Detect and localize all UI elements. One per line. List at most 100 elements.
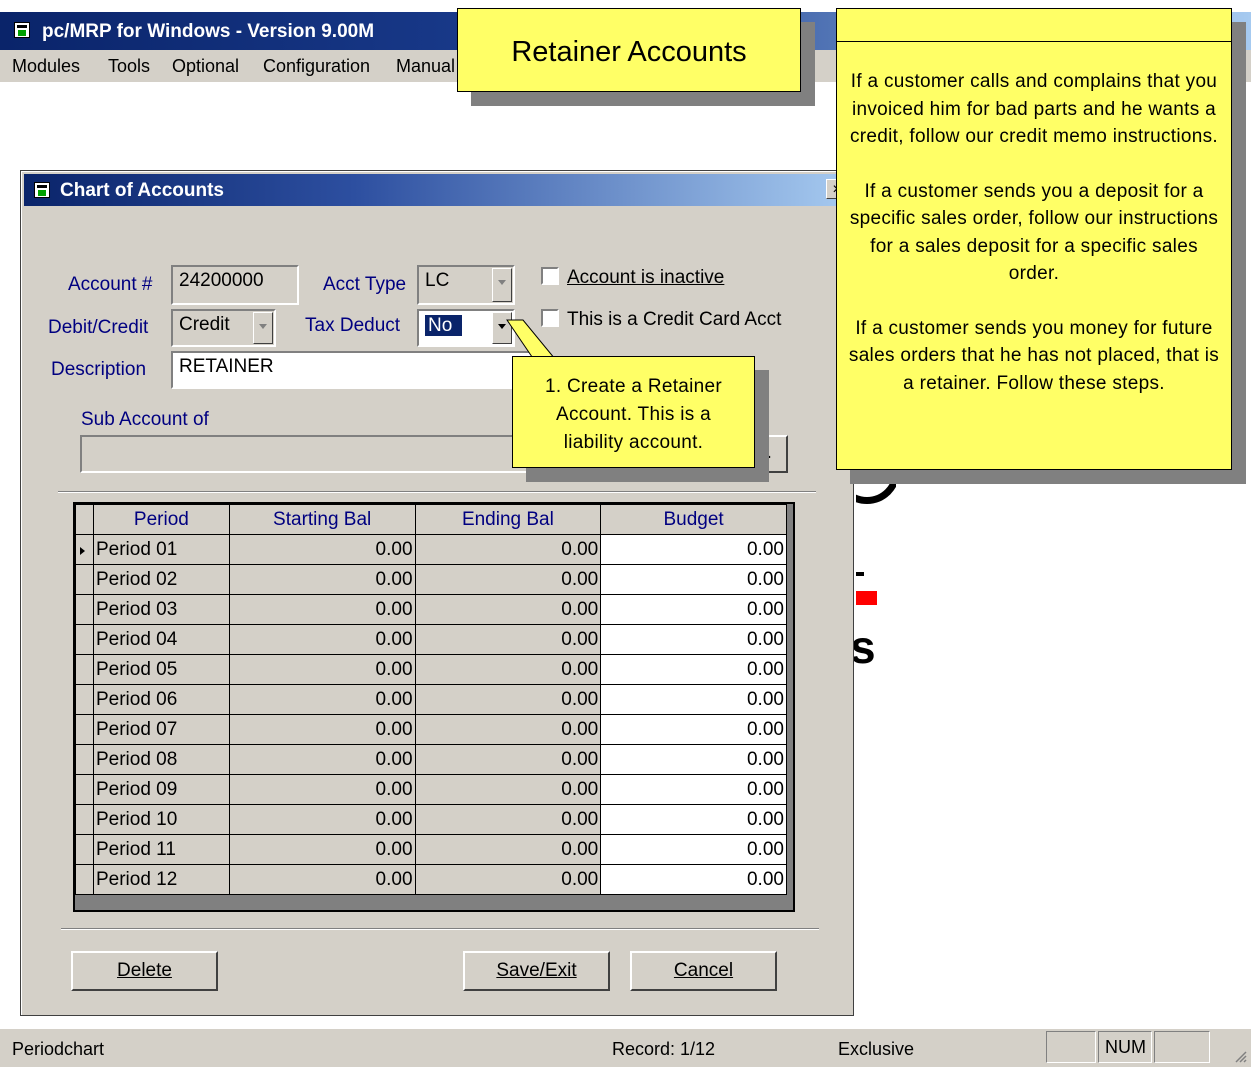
budget-cell[interactable]: 0.00	[600, 624, 787, 655]
table-row[interactable]: Period 09 0.00 0.00 0.00	[75, 774, 793, 805]
table-row[interactable]: Period 06 0.00 0.00 0.00	[75, 684, 793, 715]
budget-cell[interactable]: 0.00	[600, 534, 787, 565]
account-number-field[interactable]: 24200000	[171, 265, 299, 305]
account-inactive-checkbox[interactable]	[541, 267, 559, 285]
budget-cell[interactable]: 0.00	[600, 864, 787, 895]
table-row[interactable]: Period 04 0.00 0.00 0.00	[75, 624, 793, 655]
table-row[interactable]: Period 03 0.00 0.00 0.00	[75, 594, 793, 625]
period-cell: Period 12	[92, 864, 230, 895]
menu-modules[interactable]: Modules	[12, 56, 80, 77]
budget-cell[interactable]: 0.00	[600, 594, 787, 625]
divider	[61, 928, 819, 930]
row-indicator[interactable]	[75, 744, 94, 775]
dialog-icon	[34, 182, 50, 198]
grid-spacer	[786, 594, 793, 625]
table-row[interactable]: Period 07 0.00 0.00 0.00	[75, 714, 793, 745]
budget-cell[interactable]: 0.00	[600, 684, 787, 715]
budget-cell[interactable]: 0.00	[600, 564, 787, 595]
budget-cell[interactable]: 0.00	[600, 834, 787, 865]
cancel-button[interactable]: Cancel	[630, 951, 777, 991]
grid-spacer	[786, 804, 793, 835]
menu-tools[interactable]: Tools	[108, 56, 150, 77]
row-indicator[interactable]	[75, 774, 94, 805]
menu-manual[interactable]: Manual	[396, 56, 455, 77]
chevron-down-icon[interactable]	[492, 268, 512, 302]
resize-grip-icon[interactable]	[1233, 1049, 1247, 1063]
row-indicator[interactable]	[75, 834, 94, 865]
acct-type-select[interactable]: LC	[417, 265, 515, 305]
periods-table: Period Starting Bal Ending Bal Budget Pe…	[75, 504, 793, 895]
budget-cell[interactable]: 0.00	[600, 774, 787, 805]
menu-optional[interactable]: Optional	[172, 56, 239, 77]
budget-cell[interactable]: 0.00	[600, 714, 787, 745]
ending-bal-cell: 0.00	[414, 534, 602, 565]
starting-bal-cell: 0.00	[228, 594, 416, 625]
row-indicator[interactable]	[75, 654, 94, 685]
period-cell: Period 03	[92, 594, 230, 625]
budget-cell[interactable]: 0.00	[600, 654, 787, 685]
starting-bal-cell: 0.00	[228, 654, 416, 685]
tax-deduct-label: Tax Deduct	[305, 315, 401, 336]
row-indicator[interactable]	[75, 804, 94, 835]
starting-bal-cell: 0.00	[228, 534, 416, 565]
step-1-text: 1. Create a Retainer Account. This is a …	[544, 376, 723, 453]
grid-spacer	[786, 654, 793, 685]
starting-bal-cell: 0.00	[228, 744, 416, 775]
debit-credit-select[interactable]: Credit	[171, 309, 276, 347]
column-header-period[interactable]: Period	[92, 504, 230, 535]
status-pane-caps	[1046, 1031, 1096, 1063]
budget-cell[interactable]: 0.00	[600, 804, 787, 835]
dialog-title-bar: Chart of Accounts ×	[24, 174, 850, 206]
table-row[interactable]: Period 12 0.00 0.00 0.00	[75, 864, 793, 895]
column-header-ending-bal[interactable]: Ending Bal	[414, 504, 602, 535]
sub-account-label: Sub Account of	[81, 409, 209, 430]
status-pane-num: NUM	[1098, 1031, 1152, 1063]
status-pane-scroll	[1154, 1031, 1210, 1063]
starting-bal-cell: 0.00	[228, 684, 416, 715]
starting-bal-cell: 0.00	[228, 774, 416, 805]
grid-spacer	[786, 564, 793, 595]
table-row[interactable]: Period 08 0.00 0.00 0.00	[75, 744, 793, 775]
chevron-down-icon[interactable]	[253, 312, 273, 344]
period-cell: Period 04	[92, 624, 230, 655]
budget-cell[interactable]: 0.00	[600, 744, 787, 775]
status-mode: Exclusive	[838, 1039, 915, 1059]
background-logo-fragment	[856, 572, 864, 576]
row-indicator[interactable]	[75, 864, 94, 895]
row-indicator[interactable]	[75, 534, 94, 565]
table-row[interactable]: Period 10 0.00 0.00 0.00	[75, 804, 793, 835]
period-cell: Period 05	[92, 654, 230, 685]
row-indicator[interactable]	[75, 684, 94, 715]
description-input[interactable]: RETAINER	[171, 351, 531, 389]
grid-spacer	[786, 834, 793, 865]
starting-bal-cell: 0.00	[228, 714, 416, 745]
starting-bal-cell: 0.00	[228, 564, 416, 595]
current-row-arrow-icon	[80, 546, 85, 555]
save-exit-button[interactable]: Save/Exit	[463, 951, 610, 991]
grid-spacer	[786, 504, 793, 535]
ending-bal-cell: 0.00	[414, 594, 602, 625]
ending-bal-cell: 0.00	[414, 864, 602, 895]
divider	[58, 491, 816, 493]
table-row[interactable]: Period 11 0.00 0.00 0.00	[75, 834, 793, 865]
table-row[interactable]: Period 02 0.00 0.00 0.00	[75, 564, 793, 595]
row-indicator[interactable]	[75, 564, 94, 595]
step-1-callout: 1. Create a Retainer Account. This is a …	[512, 356, 755, 468]
row-indicator[interactable]	[75, 594, 94, 625]
period-cell: Period 11	[92, 834, 230, 865]
table-row[interactable]: Period 05 0.00 0.00 0.00	[75, 654, 793, 685]
ending-bal-cell: 0.00	[414, 804, 602, 835]
retainer-accounts-title-callout: Retainer Accounts	[457, 8, 801, 92]
starting-bal-cell: 0.00	[228, 834, 416, 865]
column-header-budget[interactable]: Budget	[600, 504, 787, 535]
row-indicator[interactable]	[75, 624, 94, 655]
acct-type-value: LC	[425, 270, 450, 291]
debit-credit-label: Debit/Credit	[48, 317, 149, 338]
account-number-label: Account #	[68, 274, 153, 295]
table-row[interactable]: Period 01 0.00 0.00 0.00	[75, 534, 793, 565]
delete-button[interactable]: Delete	[71, 951, 218, 991]
menu-configuration[interactable]: Configuration	[263, 56, 370, 77]
column-header-starting-bal[interactable]: Starting Bal	[228, 504, 416, 535]
periods-grid: Period Starting Bal Ending Bal Budget Pe…	[73, 502, 795, 912]
row-indicator[interactable]	[75, 714, 94, 745]
